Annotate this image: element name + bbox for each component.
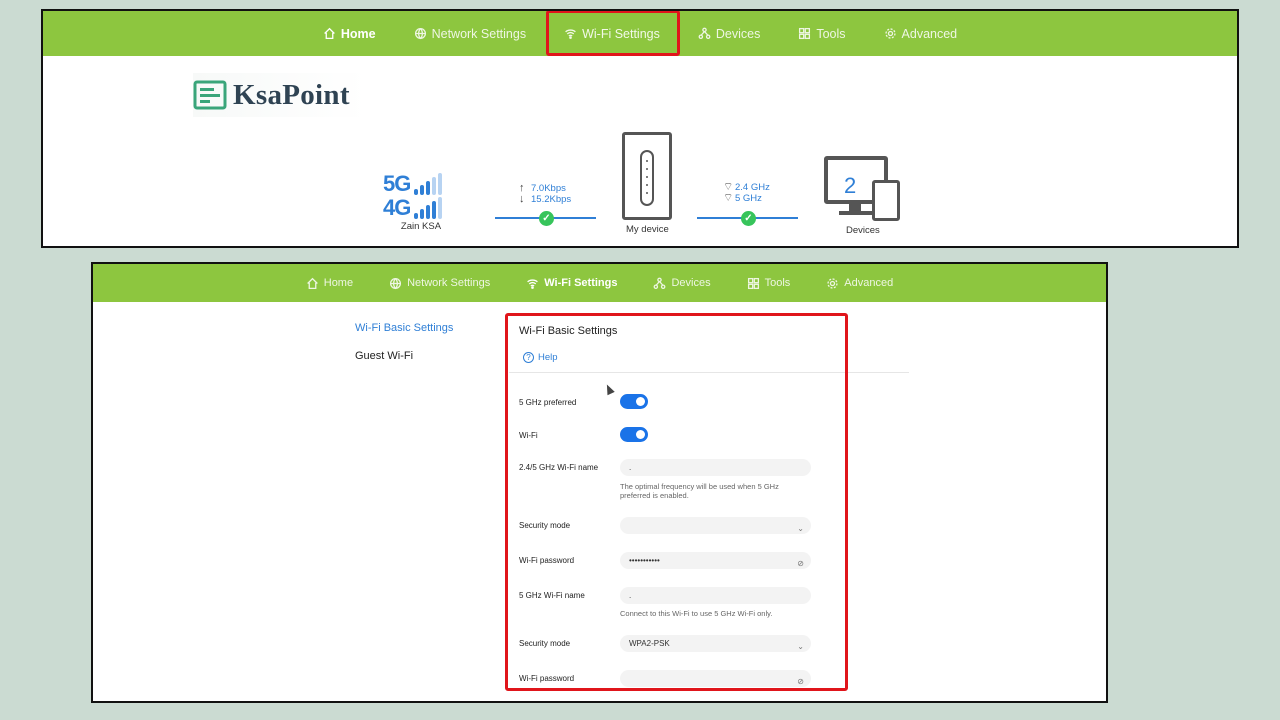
wifi-icon — [527, 278, 539, 289]
band-5-label: ⌔ 5 GHz — [723, 192, 762, 205]
wifi-small-icon: ⌔ — [723, 192, 734, 204]
sidebar-item-guest-wifi[interactable]: Guest Wi-Fi — [355, 350, 453, 362]
settings-sidebar: Wi-Fi Basic Settings Guest Wi-Fi — [355, 322, 453, 378]
nav-network-settings[interactable]: Network Settings — [414, 27, 526, 41]
nav-network-settings[interactable]: Network Settings — [389, 277, 490, 290]
phone-icon — [872, 180, 900, 221]
router-device-icon[interactable] — [622, 132, 672, 220]
nav-tools[interactable]: Tools — [747, 277, 790, 290]
devices-label: Devices — [846, 225, 880, 236]
bottom-nav-bar: Home Network Settings Wi-Fi Settings Dev… — [93, 264, 1106, 302]
nav-advanced[interactable]: Advanced — [826, 277, 893, 290]
nav-wifi-settings[interactable]: Wi-Fi Settings — [526, 277, 617, 290]
wifi-connected-check-icon: ✓ — [741, 211, 756, 226]
ksapoint-logo-icon — [193, 80, 227, 110]
ksapoint-logo: KsaPoint — [193, 73, 367, 117]
devices-icon — [698, 27, 711, 40]
gear-icon — [827, 277, 838, 289]
my-device-label: My device — [626, 224, 669, 235]
panel-highlight — [505, 313, 848, 691]
nav-devices[interactable]: Devices — [698, 27, 760, 41]
home-icon — [306, 277, 318, 289]
download-arrow-icon: ↓ — [519, 193, 525, 205]
signal-5g-bars-icon — [414, 173, 443, 195]
logo-text: KsaPoint — [233, 78, 350, 111]
tools-icon — [799, 27, 811, 40]
nav-devices[interactable]: Devices — [653, 277, 711, 290]
device-count: 2 — [844, 173, 857, 198]
devices-icon — [654, 277, 666, 289]
signal-4g-bars-icon — [414, 197, 443, 219]
nav-home[interactable]: Home — [323, 27, 376, 41]
sidebar-item-wifi-basic[interactable]: Wi-Fi Basic Settings — [355, 322, 453, 334]
upload-rate: ↑ 7.0Kbps — [519, 182, 566, 195]
gear-icon — [884, 28, 896, 39]
globe-icon — [390, 277, 402, 289]
globe-icon — [414, 27, 426, 40]
carrier-label: Zain KSA — [400, 221, 442, 232]
signal-4g-row: 4G — [383, 195, 463, 219]
network-5g-label: 5G — [383, 171, 411, 196]
router-home-screenshot: Home Network Settings Wi-Fi Settings Dev… — [41, 9, 1239, 248]
internet-connected-check-icon: ✓ — [539, 211, 554, 226]
nav-advanced[interactable]: Advanced — [884, 27, 957, 41]
tools-icon — [747, 277, 759, 289]
nav-tools[interactable]: Tools — [798, 27, 846, 41]
signal-5g-row: 5G — [383, 171, 463, 195]
nav-home[interactable]: Home — [306, 277, 353, 290]
network-4g-label: 4G — [383, 195, 411, 220]
signal-status: 5G 4G Zain KSA — [383, 171, 463, 232]
download-rate: ↓ 15.2Kbps — [519, 193, 572, 206]
wifi-settings-highlight — [546, 11, 680, 56]
home-icon — [324, 27, 335, 40]
